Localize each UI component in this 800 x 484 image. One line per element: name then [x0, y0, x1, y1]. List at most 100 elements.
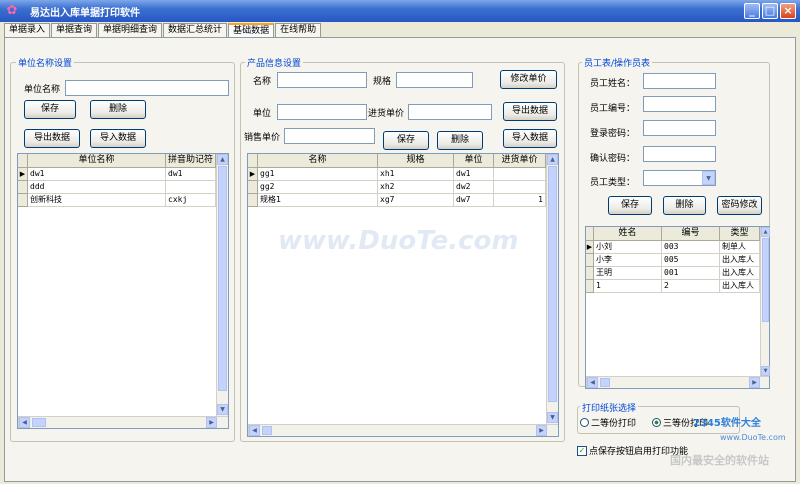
table-cell[interactable] [166, 181, 216, 194]
table-cell[interactable]: 小刘 [594, 241, 662, 254]
table-cell[interactable]: dw1 [166, 168, 216, 181]
tab-summary[interactable]: 数据汇总统计 [163, 23, 228, 37]
unit-import-button[interactable]: 导入数据 [90, 129, 146, 148]
column-header[interactable]: 名称 [258, 154, 378, 168]
table-cell[interactable]: 1 [494, 194, 546, 207]
product-delete-button[interactable]: 删除 [437, 131, 483, 150]
modify-price-button[interactable]: 修改单价 [500, 70, 557, 89]
product-export-button[interactable]: 导出数据 [503, 102, 557, 121]
close-button[interactable]: × [780, 3, 796, 19]
tab-basic-data[interactable]: 基础数据 [228, 23, 275, 37]
scroll-up-icon[interactable]: ▲ [761, 227, 770, 237]
radio-checked-icon[interactable] [652, 418, 661, 427]
table-cell[interactable]: xh2 [378, 181, 454, 194]
table-cell[interactable]: xg7 [378, 194, 454, 207]
table-row[interactable]: ▶ dw1 dw1 [18, 168, 216, 181]
staff-grid[interactable]: 姓名 编号 类型 ▶ 小刘 003 制单人 小李 005 出入库人 王明 001… [585, 226, 770, 389]
column-header[interactable]: 编号 [662, 227, 720, 241]
scroll-thumb[interactable] [262, 426, 272, 435]
table-row[interactable]: 规格1 xg7 dw7 1 [248, 194, 546, 207]
unit-save-button[interactable]: 保存 [24, 100, 76, 119]
table-row[interactable]: ▶ 小刘 003 制单人 [586, 241, 760, 254]
tab-entry[interactable]: 单据录入 [4, 23, 51, 37]
table-row[interactable]: 王明 001 出入库人 [586, 267, 760, 280]
scroll-down-icon[interactable]: ▼ [547, 412, 558, 423]
table-cell[interactable]: 小李 [594, 254, 662, 267]
radio-unchecked-icon[interactable] [580, 418, 589, 427]
table-cell[interactable]: dw1 [454, 168, 494, 181]
scroll-thumb[interactable] [600, 378, 610, 387]
table-cell[interactable]: dw7 [454, 194, 494, 207]
scroll-left-icon[interactable]: ◀ [587, 377, 598, 388]
column-header[interactable]: 类型 [720, 227, 760, 241]
change-password-button[interactable]: 密码修改 [717, 196, 762, 215]
table-cell[interactable]: 001 [662, 267, 720, 280]
table-cell[interactable]: 003 [662, 241, 720, 254]
table-row[interactable]: 1 2 出入库人 [586, 280, 760, 293]
vertical-scrollbar[interactable]: ▲ ▼ [546, 154, 558, 424]
staff-delete-button[interactable]: 删除 [663, 196, 706, 215]
table-cell[interactable]: 出入库人 [720, 267, 760, 280]
table-row[interactable]: ddd [18, 181, 216, 194]
table-row[interactable]: 创新科技 cxkj [18, 194, 216, 207]
staff-save-button[interactable]: 保存 [608, 196, 652, 215]
table-cell[interactable]: 出入库人 [720, 254, 760, 267]
product-name-input[interactable] [277, 72, 367, 88]
unit-delete-button[interactable]: 删除 [90, 100, 146, 119]
scroll-thumb[interactable] [548, 166, 557, 402]
horizontal-scrollbar[interactable]: ◀ ▶ [18, 416, 228, 428]
product-save-button[interactable]: 保存 [383, 131, 429, 150]
table-cell[interactable]: 1 [594, 280, 662, 293]
table-cell[interactable]: 制单人 [720, 241, 760, 254]
staff-id-input[interactable] [643, 96, 716, 112]
radio-half-print[interactable]: 二等份打印 [580, 416, 636, 429]
column-header[interactable]: 单位名称 [28, 154, 166, 168]
product-unit-input[interactable] [277, 104, 367, 120]
confirm-password-input[interactable] [643, 146, 716, 162]
vertical-scrollbar[interactable]: ▲ ▼ [216, 154, 228, 416]
scroll-down-icon[interactable]: ▼ [761, 366, 770, 376]
scroll-right-icon[interactable]: ▶ [749, 377, 760, 388]
staff-type-select[interactable]: ▼ [643, 170, 716, 186]
checkmark-icon[interactable]: ✓ [577, 445, 587, 456]
table-cell[interactable]: xh1 [378, 168, 454, 181]
login-password-input[interactable] [643, 120, 716, 136]
product-spec-input[interactable] [396, 72, 473, 88]
table-cell[interactable]: 出入库人 [720, 280, 760, 293]
chevron-down-icon[interactable]: ▼ [702, 171, 715, 185]
tab-online-help[interactable]: 在线帮助 [275, 23, 322, 37]
table-cell[interactable]: 创新科技 [28, 194, 166, 207]
scroll-left-icon[interactable]: ◀ [19, 417, 30, 428]
scroll-thumb[interactable] [218, 166, 227, 391]
table-cell[interactable]: dw2 [454, 181, 494, 194]
scroll-up-icon[interactable]: ▲ [547, 154, 558, 165]
horizontal-scrollbar[interactable]: ◀ ▶ [586, 376, 769, 388]
table-cell[interactable]: 规格1 [258, 194, 378, 207]
tab-detail-query[interactable]: 单据明细查询 [98, 23, 163, 37]
table-cell[interactable]: 王明 [594, 267, 662, 280]
column-header[interactable]: 单位 [454, 154, 494, 168]
column-header[interactable]: 进货单价 [494, 154, 546, 168]
scroll-left-icon[interactable]: ◀ [249, 425, 260, 436]
product-grid[interactable]: 名称 规格 单位 进货单价 ▶ gg1 xh1 dw1 gg2 xh2 dw2 … [247, 153, 559, 437]
table-cell[interactable] [494, 168, 546, 181]
scroll-right-icon[interactable]: ▶ [536, 425, 547, 436]
vertical-scrollbar[interactable]: ▲ ▼ [760, 227, 770, 376]
table-row[interactable]: ▶ gg1 xh1 dw1 [248, 168, 546, 181]
table-row[interactable]: 小李 005 出入库人 [586, 254, 760, 267]
table-cell[interactable]: 2 [662, 280, 720, 293]
table-cell[interactable]: ddd [28, 181, 166, 194]
table-row[interactable]: gg2 xh2 dw2 [248, 181, 546, 194]
column-header[interactable]: 姓名 [594, 227, 662, 241]
table-cell[interactable]: 005 [662, 254, 720, 267]
staff-name-input[interactable] [643, 73, 716, 89]
unit-export-button[interactable]: 导出数据 [24, 129, 80, 148]
table-cell[interactable]: gg2 [258, 181, 378, 194]
horizontal-scrollbar[interactable]: ◀ ▶ [248, 424, 558, 436]
column-header[interactable]: 规格 [378, 154, 454, 168]
unit-grid[interactable]: 单位名称 拼音助记符 ▶ dw1 dw1 ddd 创新科技 cxkj ▲ ▼ ◀… [17, 153, 229, 429]
sale-price-input[interactable] [284, 128, 375, 144]
minimize-button[interactable]: _ [744, 3, 760, 19]
table-cell[interactable]: dw1 [28, 168, 166, 181]
scroll-right-icon[interactable]: ▶ [206, 417, 217, 428]
